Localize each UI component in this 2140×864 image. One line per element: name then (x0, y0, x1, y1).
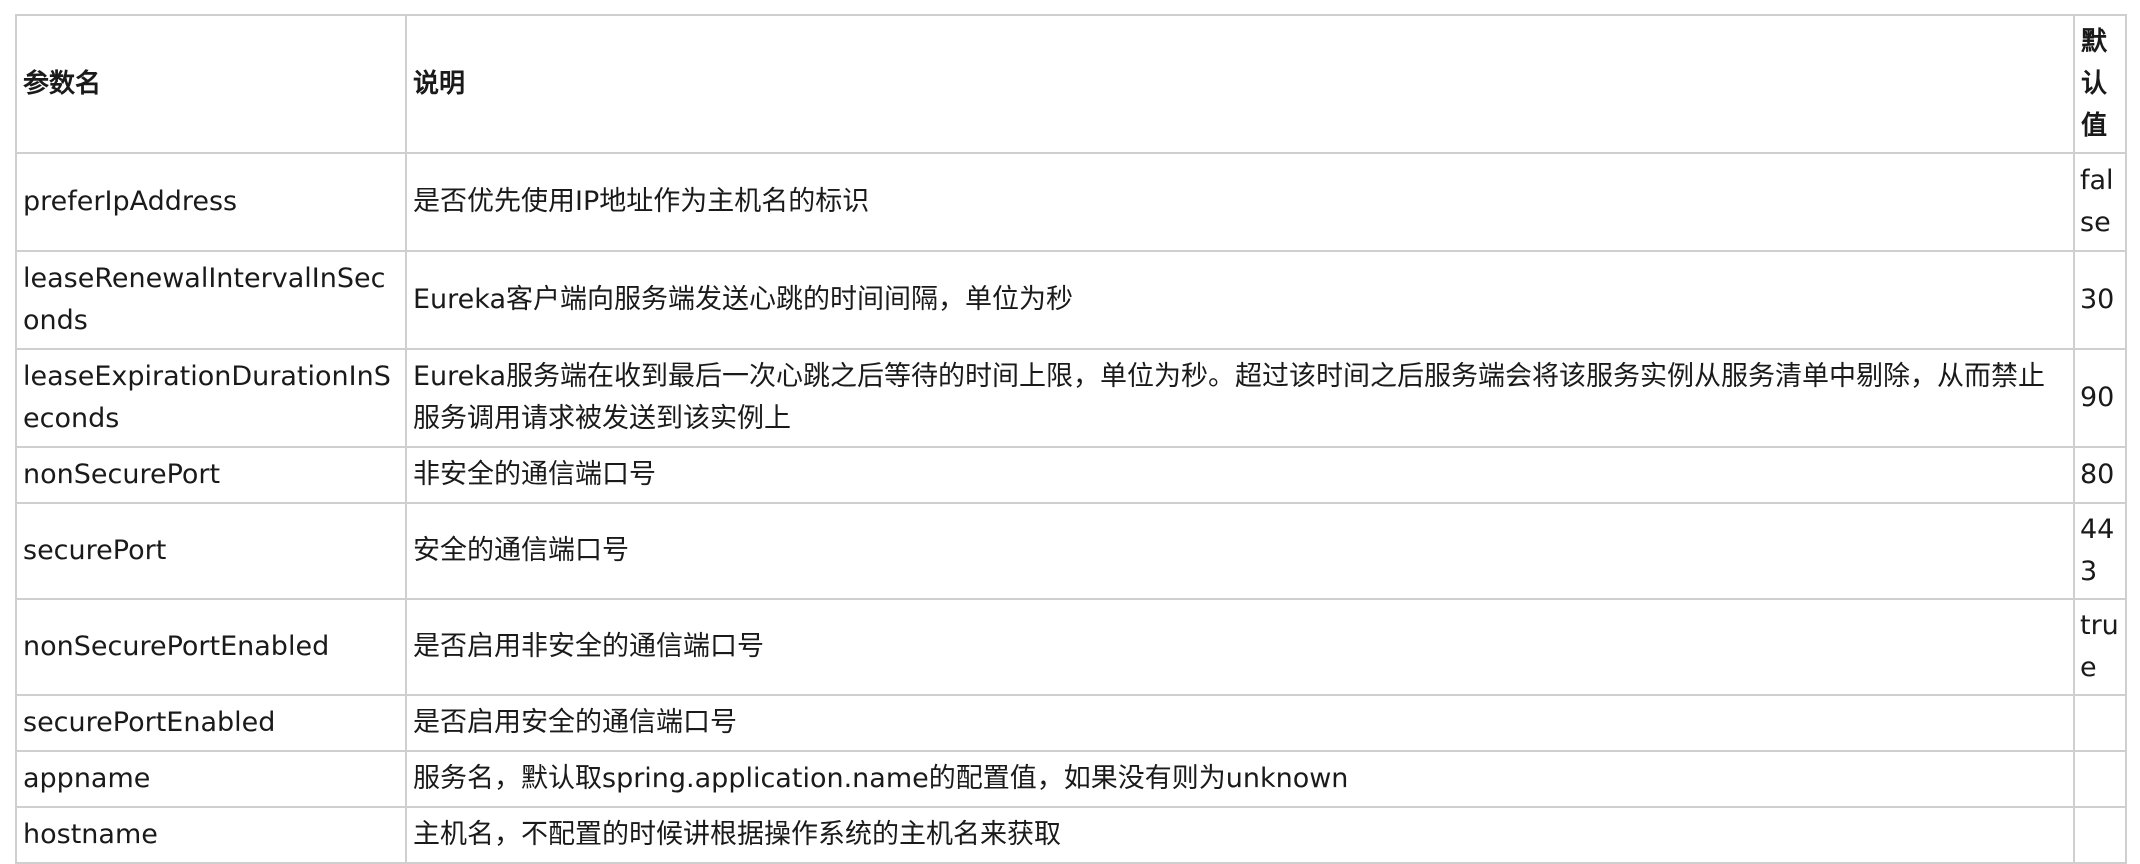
table-row: preferIpAddress 是否优先使用IP地址作为主机名的标识 false (15, 152, 2127, 252)
param-default (2073, 806, 2127, 864)
param-name: securePort (15, 502, 407, 600)
param-name: securePortEnabled (15, 694, 407, 752)
param-desc: 非安全的通信端口号 (405, 446, 2075, 504)
param-desc: Eureka服务端在收到最后一次心跳之后等待的时间上限，单位为秒。超过该时间之后… (405, 348, 2075, 448)
param-name: leaseExpirationDurationInSeconds (15, 348, 407, 448)
params-table: 参数名 说明 默认值 preferIpAddress 是否优先使用IP地址作为主… (15, 14, 2127, 864)
params-table-wrapper: 参数名 说明 默认值 preferIpAddress 是否优先使用IP地址作为主… (15, 14, 2127, 864)
param-default: 443 (2073, 502, 2127, 600)
table-row: hostname 主机名，不配置的时候讲根据操作系统的主机名来获取 (15, 806, 2127, 864)
header-default: 默认值 (2073, 14, 2127, 154)
table-row: appname 服务名，默认取spring.application.name的配… (15, 750, 2127, 808)
param-default: 30 (2073, 250, 2127, 350)
param-name: nonSecurePortEnabled (15, 598, 407, 696)
param-desc: Eureka客户端向服务端发送心跳的时间间隔，单位为秒 (405, 250, 2075, 350)
param-default: 80 (2073, 446, 2127, 504)
table-row: securePort 安全的通信端口号 443 (15, 502, 2127, 600)
table-row: leaseExpirationDurationInSeconds Eureka服… (15, 348, 2127, 448)
param-default: true (2073, 598, 2127, 696)
param-name: leaseRenewalIntervalInSeconds (15, 250, 407, 350)
table-row: nonSecurePort 非安全的通信端口号 80 (15, 446, 2127, 504)
header-row: 参数名 说明 默认值 (15, 14, 2127, 154)
param-desc: 是否启用非安全的通信端口号 (405, 598, 2075, 696)
table-row: leaseRenewalIntervalInSeconds Eureka客户端向… (15, 250, 2127, 350)
param-default (2073, 694, 2127, 752)
param-desc: 是否启用安全的通信端口号 (405, 694, 2075, 752)
header-name: 参数名 (15, 14, 407, 154)
table-body: preferIpAddress 是否优先使用IP地址作为主机名的标识 false… (15, 152, 2127, 864)
param-name: nonSecurePort (15, 446, 407, 504)
param-desc: 安全的通信端口号 (405, 502, 2075, 600)
table-row: securePortEnabled 是否启用安全的通信端口号 (15, 694, 2127, 752)
param-default: false (2073, 152, 2127, 252)
param-default: 90 (2073, 348, 2127, 448)
param-name: hostname (15, 806, 407, 864)
param-name: appname (15, 750, 407, 808)
table-row: nonSecurePortEnabled 是否启用非安全的通信端口号 true (15, 598, 2127, 696)
param-name: preferIpAddress (15, 152, 407, 252)
table-header: 参数名 说明 默认值 (15, 14, 2127, 154)
param-default (2073, 750, 2127, 808)
param-desc: 主机名，不配置的时候讲根据操作系统的主机名来获取 (405, 806, 2075, 864)
param-desc: 服务名，默认取spring.application.name的配置值，如果没有则… (405, 750, 2075, 808)
header-desc: 说明 (405, 14, 2075, 154)
param-desc: 是否优先使用IP地址作为主机名的标识 (405, 152, 2075, 252)
